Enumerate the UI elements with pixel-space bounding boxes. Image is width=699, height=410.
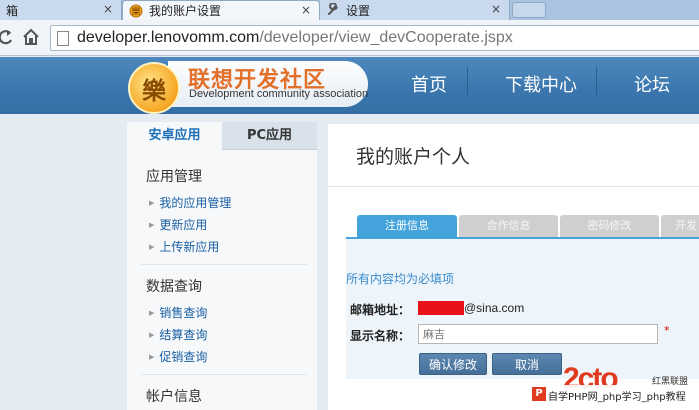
page-icon	[57, 30, 69, 46]
sidebar-item-update-app[interactable]: ▶ 更新应用	[149, 216, 207, 233]
browser-tab-3[interactable]: 设置 ×	[320, 0, 510, 20]
nav-home[interactable]: 首页	[411, 71, 447, 97]
browser-tab-2-active[interactable]: 樂 我的账户设置 ×	[122, 0, 320, 20]
lenovo-logo-icon: 樂	[129, 4, 143, 18]
tab-developer[interactable]: 开发	[661, 215, 699, 237]
sidebar-item-label: 促销查询	[159, 350, 208, 364]
tab-cooperation-info[interactable]: 合作信息	[459, 215, 558, 237]
close-icon[interactable]: ×	[301, 3, 311, 17]
reload-icon[interactable]	[0, 28, 14, 50]
sidebar: 安卓应用 PC应用 应用管理 ▶ 我的应用管理 ▶ 更新应用 ▶ 上传新应用 数据查询…	[127, 122, 317, 410]
sidebar-item-label: 更新应用	[159, 218, 208, 232]
url-domain: developer.lenovomm.com	[77, 29, 260, 46]
new-tab-button[interactable]	[512, 2, 546, 18]
cancel-button[interactable]: 取消	[492, 353, 562, 375]
nav-download-center[interactable]: 下载中心	[505, 71, 577, 97]
tab-password-change[interactable]: 密码修改	[560, 215, 659, 237]
tab-registration-info[interactable]: 注册信息	[357, 215, 457, 237]
sidebar-item-sales-query[interactable]: ▶ 销售查询	[149, 304, 207, 321]
site-logo-subtitle: Development community association	[189, 88, 369, 100]
home-icon[interactable]	[22, 28, 40, 50]
bullet-arrow-icon: ▶	[149, 352, 155, 361]
sidebar-item-label: 上传新应用	[159, 240, 220, 254]
sidebar-item-label: 结算查询	[159, 328, 208, 342]
sidebar-item-upload-app[interactable]: ▶ 上传新应用	[149, 238, 219, 255]
sidebar-tabs: 安卓应用 PC应用	[127, 122, 317, 150]
sidebar-group-title: 应用管理	[146, 169, 202, 185]
sidebar-item-label: 销售查询	[159, 306, 208, 320]
tab-title: 设置	[346, 3, 371, 18]
tab-title: 我的账户设置	[149, 4, 222, 18]
sidebar-item-my-apps[interactable]: ▶ 我的应用管理	[149, 194, 231, 211]
sidebar-item-settlement-query[interactable]: ▶ 结算查询	[149, 326, 207, 343]
email-label: 邮箱地址：	[350, 303, 411, 317]
sidebar-item-label: 我的应用管理	[159, 196, 232, 210]
required-note: 所有内容均为必填项	[346, 272, 455, 286]
bullet-arrow-icon: ▶	[149, 198, 155, 207]
lenovo-logo-icon[interactable]: 樂	[128, 62, 180, 114]
nav-divider	[467, 67, 468, 97]
bullet-arrow-icon: ▶	[149, 242, 155, 251]
email-value: @sina.com	[464, 301, 525, 315]
logo-mark: 樂	[142, 76, 166, 105]
svg-text:樂: 樂	[131, 5, 140, 17]
display-name-input[interactable]	[418, 324, 658, 344]
email-redaction	[418, 301, 464, 315]
sidebar-item-promotion-query[interactable]: ▶ 促销查询	[149, 348, 207, 365]
bullet-arrow-icon: ▶	[149, 330, 155, 339]
bullet-arrow-icon: ▶	[149, 308, 155, 317]
close-icon[interactable]: ×	[491, 2, 501, 16]
tab-android-apps[interactable]: 安卓应用	[127, 122, 222, 150]
page-title: 我的账户个人	[356, 146, 471, 168]
tab-pc-apps[interactable]: PC应用	[222, 122, 317, 150]
sidebar-group-title: 帐户信息	[146, 389, 202, 405]
confirm-button[interactable]: 确认修改	[419, 353, 487, 375]
bullet-arrow-icon: ▶	[149, 220, 155, 229]
sidebar-group-title: 数据查询	[146, 279, 202, 295]
display-name-label: 显示名称：	[350, 329, 411, 343]
sidebar-divider	[141, 264, 307, 265]
site-header: 樂 联想开发社区 Development community associati…	[0, 57, 699, 114]
php-icon: P	[532, 387, 546, 401]
url-path: /developer/view_devCooperate.jspx	[259, 29, 513, 46]
main-panel: 我的账户个人 注册信息 合作信息 密码修改 开发 所有内容均为必填项 邮箱地址：…	[328, 124, 699, 410]
wrench-icon	[326, 3, 340, 17]
browser-tab-1[interactable]: 箱 ×	[0, 0, 122, 20]
tab-title: 箱	[6, 3, 19, 18]
nav-forum[interactable]: 论坛	[634, 71, 670, 97]
nav-divider	[596, 67, 597, 97]
title-divider	[328, 186, 699, 187]
browser-toolbar: developer.lenovomm.com/developer/view_de…	[0, 20, 699, 56]
sidebar-divider	[141, 374, 307, 375]
required-mark: *	[664, 324, 670, 337]
address-bar[interactable]: developer.lenovomm.com/developer/view_de…	[50, 25, 699, 51]
watermark-text: 自学PHP网_php学习_php教程	[548, 392, 686, 403]
browser-tab-strip: 箱 × 樂 我的账户设置 × 设置 ×	[0, 0, 699, 20]
close-icon[interactable]: ×	[103, 2, 113, 16]
